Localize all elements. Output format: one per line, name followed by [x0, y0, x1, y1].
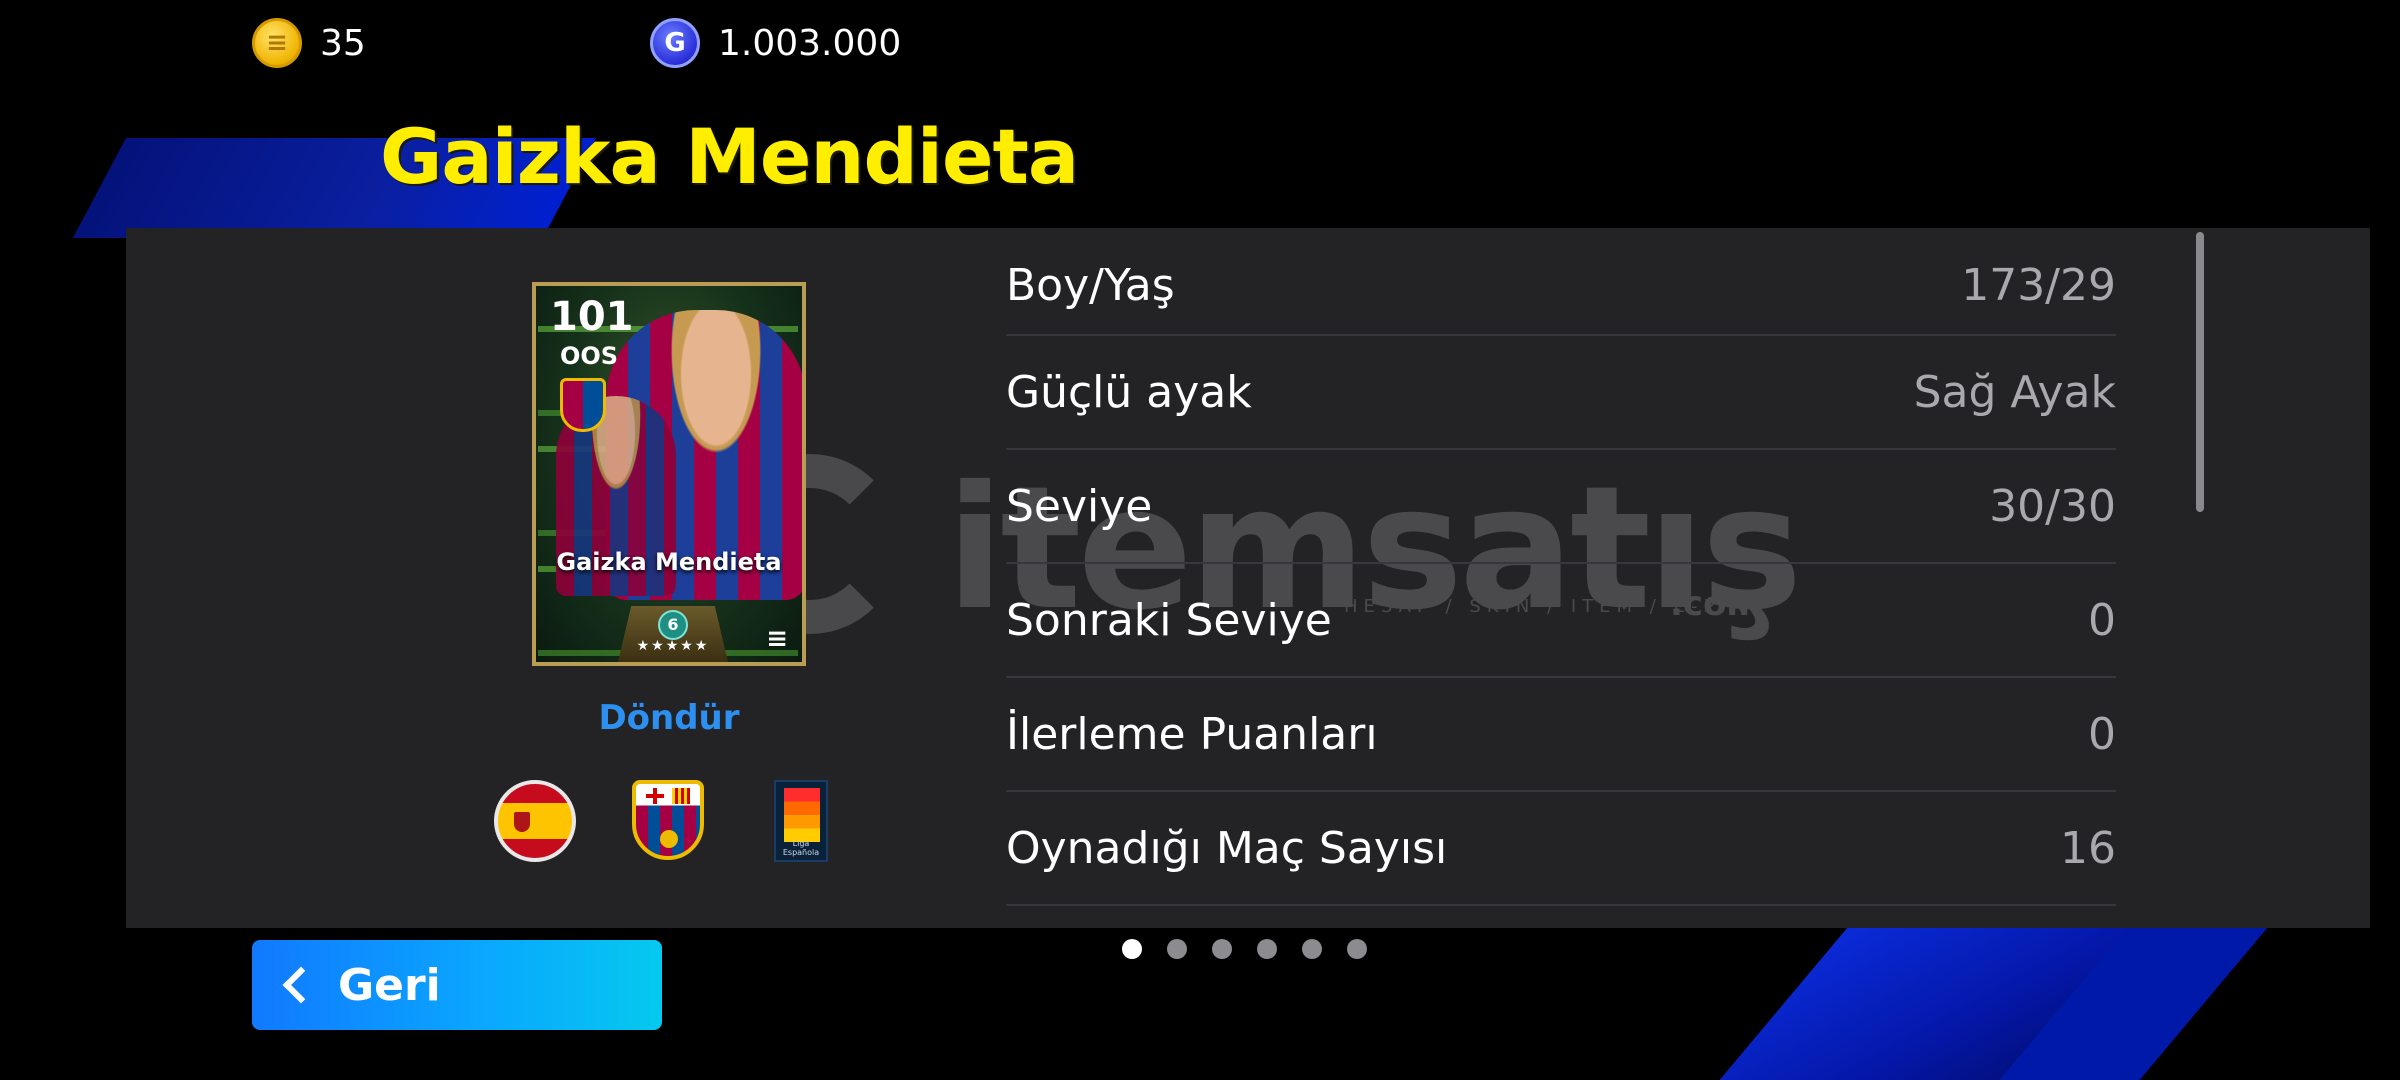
stat-row-next-level: Sonraki Seviye 0	[1006, 564, 2116, 678]
back-button-label: Geri	[338, 959, 441, 1011]
gp-display: G 1.003.000	[650, 18, 901, 68]
stat-label: Seviye	[1006, 480, 1153, 532]
stat-label: Boy/Yaş	[1006, 259, 1175, 311]
card-position: OOS	[560, 342, 619, 370]
page-dot[interactable]	[1257, 939, 1277, 959]
stat-value: 0	[2088, 708, 2116, 760]
laliga-text: Liga Española	[782, 839, 820, 857]
fc-barcelona-crest-icon	[632, 780, 704, 860]
back-button[interactable]: Geri	[252, 940, 662, 1030]
page-dot[interactable]	[1122, 939, 1142, 959]
stat-row-height-age: Boy/Yaş 173/29	[1006, 236, 2116, 336]
stat-row-level: Seviye 30/30	[1006, 450, 2116, 564]
club-crest-icon	[560, 378, 606, 432]
stat-value: 16	[2060, 822, 2116, 874]
player-card[interactable]: 101 OOS Gaizka Mendieta 6 ★★★★★ ≡	[532, 282, 806, 666]
page-dot[interactable]	[1167, 939, 1187, 959]
page-dot[interactable]	[1302, 939, 1322, 959]
player-detail-screen: ≡ 35 G 1.003.000 Gaizka Mendieta itemsat…	[0, 0, 2400, 1080]
flag-shield	[514, 812, 530, 832]
crest-senyera	[672, 788, 690, 804]
page-dot[interactable]	[1347, 939, 1367, 959]
laliga-icon: Liga Española	[774, 780, 828, 862]
e-coin-icon: ≡	[252, 18, 302, 68]
crest-ball	[660, 830, 678, 848]
crest-cross	[646, 788, 664, 804]
laliga-bars	[784, 788, 820, 842]
gp-coin-icon: G	[650, 18, 700, 68]
coins-amount: 35	[320, 22, 366, 64]
stat-label: Oynadığı Maç Sayısı	[1006, 822, 1448, 874]
stat-row-matches-played: Oynadığı Maç Sayısı 16	[1006, 792, 2116, 906]
chevron-left-icon	[282, 966, 320, 1004]
stat-label: Sonraki Seviye	[1006, 594, 1332, 646]
spain-flag-icon	[494, 780, 576, 862]
gp-amount: 1.003.000	[718, 22, 902, 64]
card-type-icon: 6	[658, 610, 688, 640]
stat-label: Güçlü ayak	[1006, 366, 1252, 418]
stats-list: Boy/Yaş 173/29 Güçlü ayak Sağ Ayak Seviy…	[1006, 236, 2116, 906]
stat-value: 30/30	[1989, 480, 2116, 532]
coins-display: ≡ 35	[252, 18, 366, 68]
stats-scrollbar[interactable]	[2196, 232, 2204, 512]
card-stars: ★★★★★	[636, 638, 710, 654]
page-dot[interactable]	[1212, 939, 1232, 959]
stat-row-progress-points: İlerleme Puanları 0	[1006, 678, 2116, 792]
rotate-card-link[interactable]: Döndür	[532, 698, 806, 738]
page-indicator	[1122, 939, 1367, 959]
stat-value: 173/29	[1961, 259, 2116, 311]
player-name-title: Gaizka Mendieta	[380, 112, 1079, 201]
stat-label: İlerleme Puanları	[1006, 708, 1378, 760]
card-player-name: Gaizka Mendieta	[556, 548, 782, 576]
card-rating: 101	[550, 294, 634, 340]
stat-row-strong-foot: Güçlü ayak Sağ Ayak	[1006, 336, 2116, 450]
efootball-logo-icon: ≡	[766, 624, 788, 654]
stat-value: 0	[2088, 594, 2116, 646]
stat-value: Sağ Ayak	[1913, 366, 2116, 418]
